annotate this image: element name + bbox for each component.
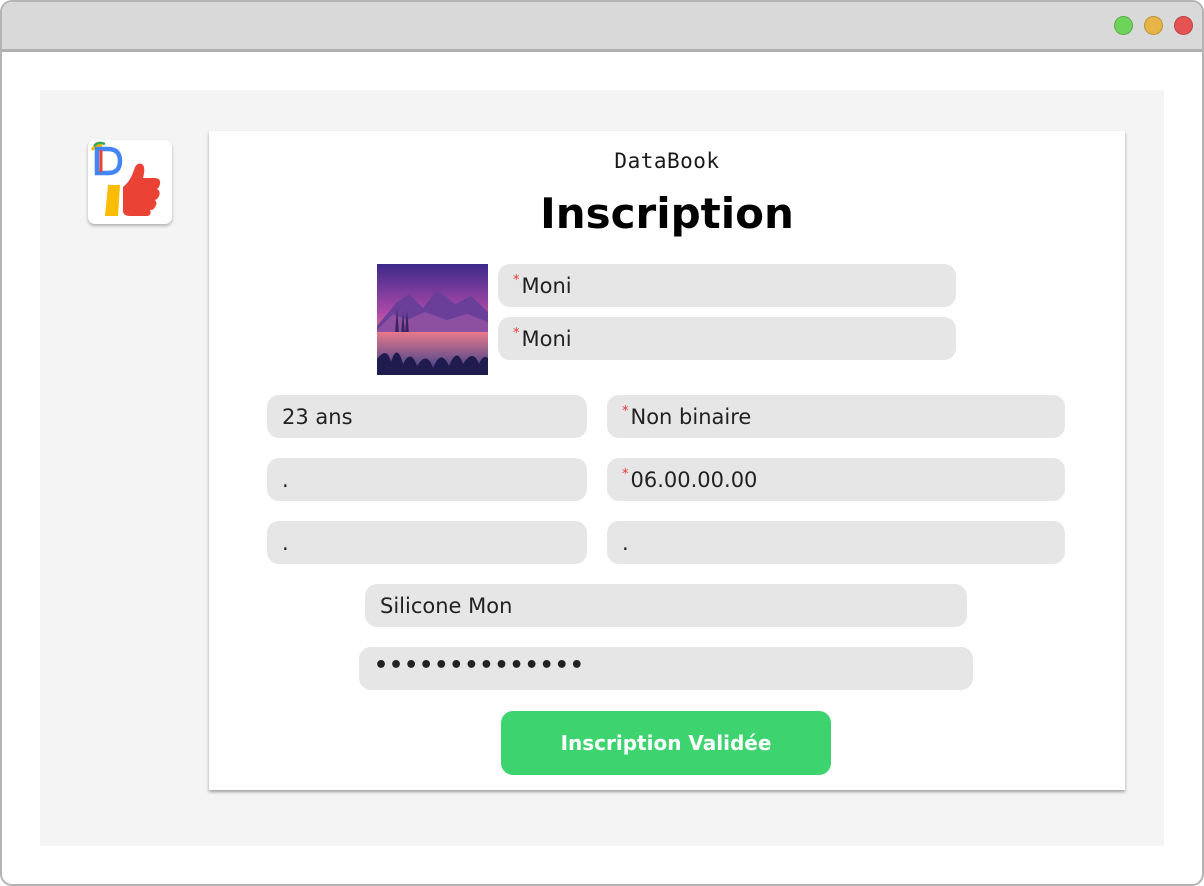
databook-thumbs-up-logo-icon (90, 141, 161, 216)
browser-window: DataBook Inscription * Moni * Moni 23 an… (0, 0, 1204, 886)
password-value: •••••••••••••• (374, 653, 585, 678)
age-field[interactable]: 23 ans (267, 395, 587, 438)
required-marker: * (513, 273, 520, 288)
phone-field[interactable]: * 06.00.00.00 (607, 458, 1065, 501)
first-name-value: Moni (521, 273, 572, 298)
gender-field[interactable]: * Non binaire (607, 395, 1065, 438)
title-bar (2, 2, 1202, 52)
profile-picture[interactable] (377, 264, 488, 375)
last-name-field[interactable]: * Moni (498, 317, 956, 360)
extra-field-left-2[interactable]: . (267, 521, 587, 564)
extra-field-left-1-value: . (282, 467, 289, 492)
required-marker: * (513, 326, 520, 341)
password-field[interactable]: •••••••••••••• (359, 647, 973, 690)
mountain-lake-landscape-icon (377, 264, 488, 375)
registration-card: DataBook Inscription * Moni * Moni 23 an… (209, 131, 1125, 790)
required-marker: * (622, 467, 629, 482)
maximize-button[interactable] (1114, 16, 1133, 35)
first-name-field[interactable]: * Moni (498, 264, 956, 307)
extra-field-left-2-value: . (282, 530, 289, 555)
extra-field-left-1[interactable]: . (267, 458, 587, 501)
required-marker: * (622, 404, 629, 419)
age-value: 23 ans (282, 404, 353, 429)
page-canvas: DataBook Inscription * Moni * Moni 23 an… (40, 90, 1164, 846)
minimize-button[interactable] (1144, 16, 1163, 35)
extra-field-right-2-value: . (622, 530, 629, 555)
phone-value: 06.00.00.00 (630, 467, 758, 492)
username-field[interactable]: Silicone Mon (365, 584, 967, 627)
close-button[interactable] (1174, 16, 1193, 35)
brand-name: DataBook (614, 149, 720, 173)
extra-field-right-2[interactable]: . (607, 521, 1065, 564)
databook-logo[interactable] (88, 140, 172, 224)
gender-value: Non binaire (630, 404, 752, 429)
page-title: Inscription (540, 189, 794, 238)
last-name-value: Moni (521, 326, 572, 351)
username-value: Silicone Mon (380, 593, 513, 618)
submit-button[interactable]: Inscription Validée (501, 711, 831, 775)
